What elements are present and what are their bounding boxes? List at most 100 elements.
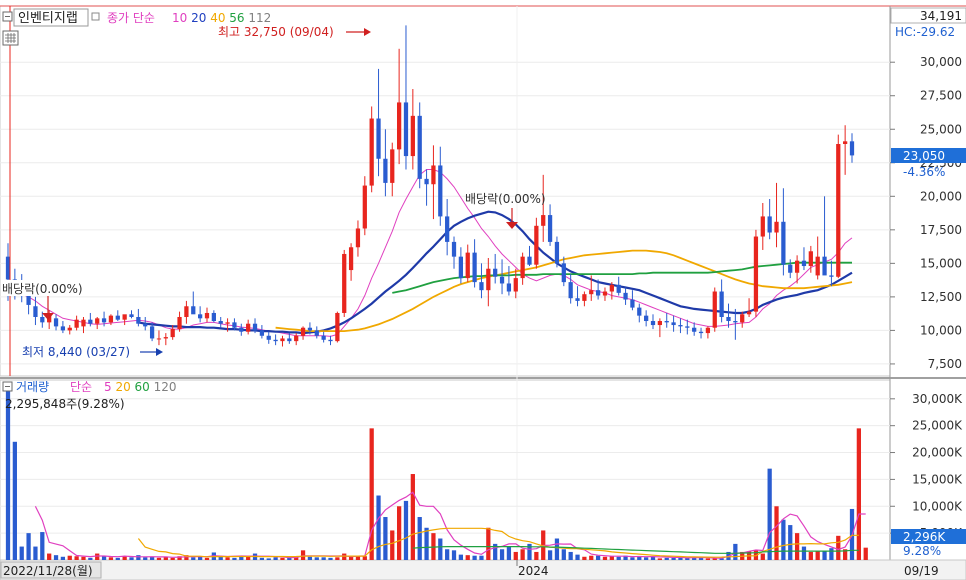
candle-body	[177, 316, 182, 330]
volume-bar	[863, 547, 868, 560]
volume-bar	[513, 551, 518, 560]
candle-body	[657, 321, 662, 326]
candle-body	[239, 327, 244, 332]
candle-body	[630, 299, 635, 308]
volume-bar	[143, 557, 148, 560]
year-label: 2024	[518, 564, 549, 578]
volume-bar	[383, 517, 388, 560]
current-volume-label: 2,296K	[903, 530, 946, 544]
candle-body	[266, 335, 271, 340]
volume-bar	[808, 551, 813, 560]
candle-body	[355, 228, 361, 248]
price-tick-label: 27,500	[920, 89, 962, 103]
volume-bar	[47, 553, 52, 560]
candle-body	[616, 284, 621, 293]
volume-bar	[644, 557, 649, 560]
volume-bar	[520, 549, 525, 560]
candle-body	[218, 321, 223, 324]
volume-bar	[74, 556, 79, 560]
ma-legend-item: 60	[131, 380, 150, 394]
volume-bar	[321, 557, 326, 560]
candle-body	[781, 221, 786, 265]
volume-ma-legend-prefix: 단순	[70, 380, 92, 394]
ma-legend-item: 40	[206, 11, 225, 25]
candle	[753, 229, 759, 317]
volume-bar	[465, 555, 470, 560]
volume-bar	[314, 557, 319, 560]
volume-bar	[40, 532, 45, 560]
volume-bar	[170, 557, 175, 560]
candle-body	[88, 319, 93, 324]
candle-body	[445, 216, 450, 242]
volume-bar	[664, 557, 669, 560]
ma-legend-item: 56	[225, 11, 244, 25]
candle-body	[376, 118, 381, 159]
volume-bar	[417, 517, 422, 560]
candle-body	[204, 312, 210, 319]
candle-body	[287, 338, 292, 342]
volume-bar	[266, 558, 271, 560]
candle-body	[252, 323, 258, 331]
volume-bar	[273, 557, 278, 560]
candle-body	[595, 290, 601, 296]
candle-body	[705, 327, 711, 334]
volume-bar	[589, 555, 594, 560]
candle-body	[403, 102, 409, 157]
volume-bar	[342, 553, 347, 560]
volume-bar	[396, 506, 402, 560]
stock-name: 인벤티지랩	[18, 11, 78, 26]
price-tick-label: 15,000	[920, 256, 962, 270]
volume-bar	[582, 556, 587, 560]
candle-body	[136, 316, 141, 324]
ma-legend-item: 120	[150, 380, 177, 394]
volume-bar	[191, 557, 196, 560]
candle-body	[26, 295, 31, 305]
candle-body	[479, 282, 484, 291]
candle-body	[568, 282, 573, 299]
volume-bar	[506, 546, 512, 560]
ma-legend-item: 20	[112, 380, 131, 394]
candle-body	[81, 319, 86, 327]
candle-body	[417, 115, 422, 179]
candle-body	[794, 260, 800, 273]
candle-body	[602, 291, 608, 296]
volume-bar	[630, 557, 635, 560]
volume-bar	[19, 546, 24, 560]
candle-body	[259, 330, 265, 336]
indicator-toggle-icon[interactable]	[91, 12, 100, 21]
candle	[342, 249, 347, 317]
candle-body	[575, 298, 580, 301]
volume-bar	[33, 546, 38, 560]
candle-body	[67, 327, 72, 331]
candle-body	[843, 141, 848, 145]
volume-bar	[616, 556, 621, 560]
candle-body	[486, 268, 491, 291]
candle-body	[156, 338, 162, 340]
candle-body	[506, 283, 512, 292]
volume-tick-label: 20,000K	[912, 446, 963, 460]
candle-body	[760, 216, 765, 237]
candle-body	[342, 253, 347, 313]
price-tick-label: 7,500	[928, 357, 962, 371]
volume-bar	[486, 527, 491, 560]
high-annotation-label: 최고 32,750 (09/04)	[218, 25, 334, 39]
volume-bar	[410, 474, 415, 560]
candle-body	[561, 263, 566, 283]
volume-bar	[115, 557, 120, 560]
low-annotation-label: 최저 8,440 (03/27)	[22, 345, 130, 359]
candle-body	[211, 312, 216, 322]
volume-bar	[788, 525, 793, 560]
hc-label: HC:-29.62	[895, 25, 955, 39]
candle-body	[115, 315, 120, 320]
candle-body	[671, 322, 676, 326]
volume-bar	[376, 495, 381, 560]
candle-body	[280, 338, 285, 342]
candle-body	[767, 216, 772, 233]
candle-body	[808, 251, 813, 267]
price-ma-legend: 10 20 40 56 112	[172, 11, 271, 25]
candle-body	[225, 322, 230, 324]
volume-bar	[136, 555, 141, 560]
candle-body	[101, 318, 107, 323]
volume-bar	[733, 543, 738, 560]
candle	[712, 287, 717, 332]
